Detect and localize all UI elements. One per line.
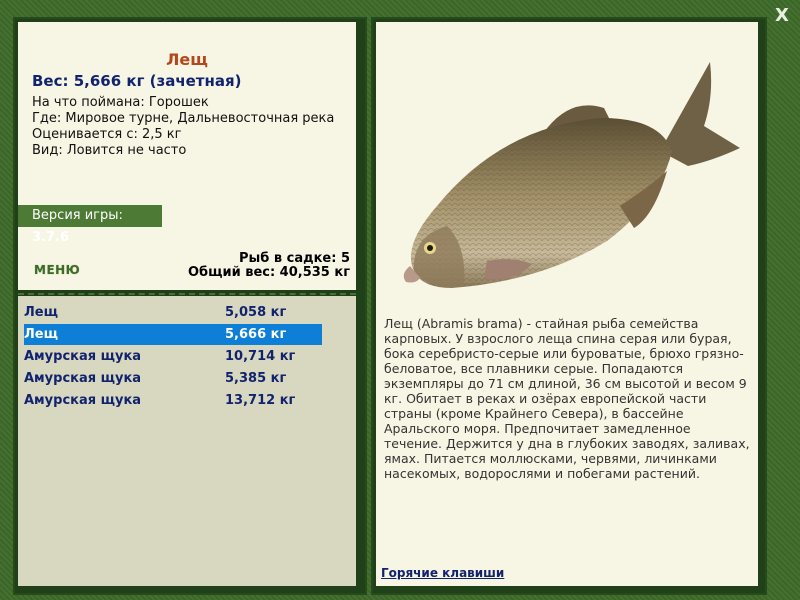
location: Где: Мировое турне, Дальневосточная река xyxy=(32,111,335,126)
list-item-name: Амурская щука xyxy=(24,371,142,386)
close-button[interactable]: X xyxy=(772,6,792,26)
list-item[interactable]: Амурская щука 10,714 кг xyxy=(24,346,322,367)
list-item-name: Амурская щука xyxy=(24,393,142,408)
fish-kind: Вид: Ловится не часто xyxy=(32,143,187,158)
fish-image xyxy=(403,62,740,288)
fish-info-panel: Лещ Вес: 5,666 кг (зачетная) На что пойм… xyxy=(18,22,356,290)
list-item-weight: 5,385 кг xyxy=(225,371,287,386)
version-label: Версия игры: xyxy=(32,208,123,223)
list-item-weight: 5,058 кг xyxy=(225,305,287,320)
list-item[interactable]: Лещ 5,058 кг xyxy=(24,302,322,323)
list-item-name: Амурская щука xyxy=(24,349,142,364)
caught-with: На что поймана: Горошек xyxy=(32,95,209,110)
hotkeys-link[interactable]: Горячие клавиши xyxy=(381,566,504,580)
fish-title: Лещ xyxy=(166,50,208,69)
version-badge: Версия игры: 3.7.6 xyxy=(18,205,162,245)
total-weight: Общий вес: 40,535 кг xyxy=(187,265,350,280)
fish-detail-panel: Лещ (Abramis brama) - стайная рыба семей… xyxy=(376,22,758,586)
list-item-name: Лещ xyxy=(24,305,58,320)
list-item[interactable]: Амурская щука 13,712 кг xyxy=(24,390,322,411)
list-item[interactable]: Амурская щука 5,385 кг xyxy=(24,368,322,389)
fish-description: Лещ (Abramis brama) - стайная рыба семей… xyxy=(384,316,750,481)
list-item-weight: 13,712 кг xyxy=(225,393,296,408)
list-item-name: Лещ xyxy=(24,327,58,342)
version-value: 3.7.6 xyxy=(32,230,70,245)
divider xyxy=(18,293,356,295)
list-item[interactable]: Лещ 5,666 кг xyxy=(24,324,322,345)
catch-list: Лещ 5,058 кг Лещ 5,666 кг Амурская щука … xyxy=(18,296,356,586)
menu-button[interactable]: МЕНЮ xyxy=(34,263,80,277)
fish-in-cage: Рыб в садке: 5 xyxy=(238,251,350,266)
fish-weight: Вес: 5,666 кг (зачетная) xyxy=(32,72,242,90)
list-item-weight: 5,666 кг xyxy=(225,327,287,342)
list-item-weight: 10,714 кг xyxy=(225,349,296,364)
rated-from: Оценивается с: 2,5 кг xyxy=(32,127,182,142)
